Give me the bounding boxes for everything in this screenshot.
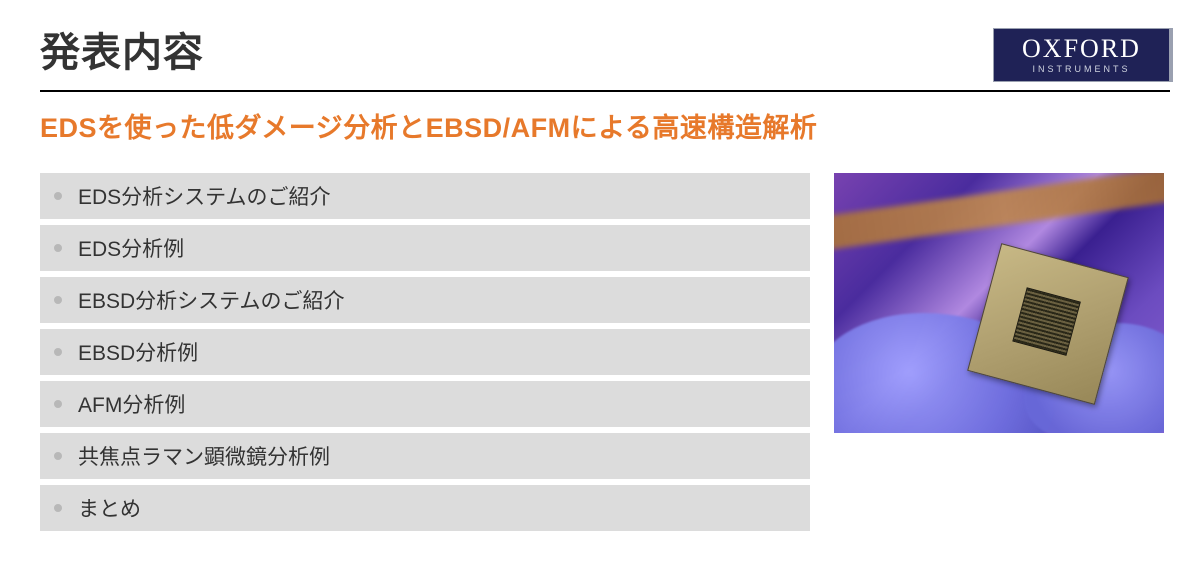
divider [40,90,1170,92]
list-item: EBSD分析例 [40,329,810,375]
illustration-chip-photo [834,173,1164,433]
list-item: EBSD分析システムのご紹介 [40,277,810,323]
list-item-label: EDS分析例 [78,233,184,263]
company-logo: OXFORD INSTRUMENTS [993,28,1170,82]
list-item: EDS分析システムのご紹介 [40,173,810,219]
list-item: 共焦点ラマン顕微鏡分析例 [40,433,810,479]
list-item-label: 共焦点ラマン顕微鏡分析例 [78,441,330,471]
logo-text-sub: INSTRUMENTS [1033,64,1131,74]
content-area: EDS分析システムのご紹介 EDS分析例 EBSD分析システムのご紹介 EBSD… [40,173,1170,531]
list-item-label: EBSD分析システムのご紹介 [78,285,345,315]
list-item: AFM分析例 [40,381,810,427]
agenda-list: EDS分析システムのご紹介 EDS分析例 EBSD分析システムのご紹介 EBSD… [40,173,810,531]
photo-bg-streak [834,173,1164,251]
logo-text-main: OXFORD [1022,36,1141,62]
list-item-label: EBSD分析例 [78,337,198,367]
list-item: まとめ [40,485,810,531]
slide-header: 発表内容 OXFORD INSTRUMENTS [0,0,1200,82]
list-item-label: AFM分析例 [78,389,185,419]
list-item-label: まとめ [78,493,141,523]
list-item-label: EDS分析システムのご紹介 [78,181,331,211]
page-title: 発表内容 [40,20,204,78]
list-item: EDS分析例 [40,225,810,271]
subtitle: EDSを使った低ダメージ分析とEBSD/AFMによる高速構造解析 [40,106,1170,145]
